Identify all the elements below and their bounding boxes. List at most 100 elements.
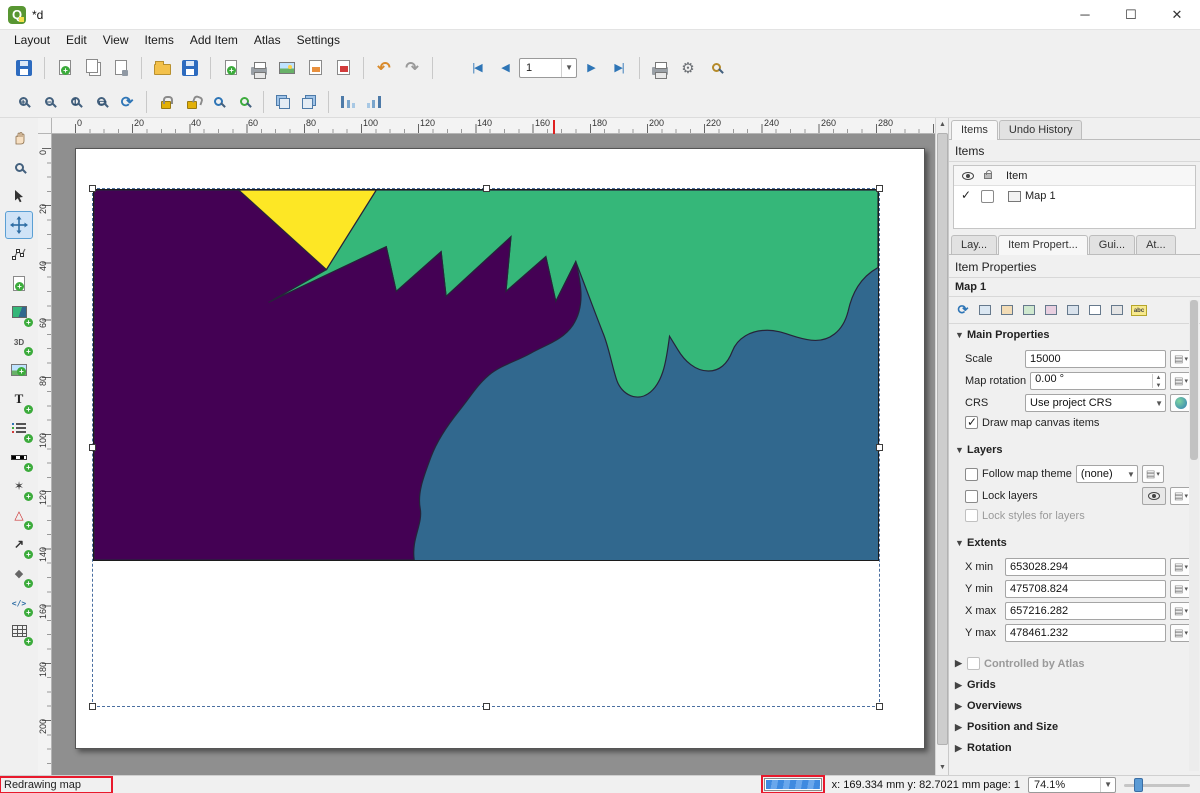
menu-settings[interactable]: Settings: [289, 32, 348, 48]
section-controlled-by-atlas[interactable]: ▶ Controlled by Atlas: [949, 652, 1200, 674]
add-north-arrow-tool[interactable]: ✶: [5, 472, 33, 500]
menu-items[interactable]: Items: [137, 32, 182, 48]
lock-items-button[interactable]: [153, 89, 179, 115]
export-pdf-button[interactable]: [329, 54, 357, 82]
section-grids[interactable]: ▶ Grids: [949, 674, 1200, 695]
edit-nodes-item-tool[interactable]: [5, 240, 33, 268]
save-as-template-button[interactable]: [176, 54, 204, 82]
map-theme-select[interactable]: (none) ▼: [1076, 465, 1138, 483]
tab-guides[interactable]: Gui...: [1089, 235, 1135, 254]
zoom-level-combo[interactable]: 74.1% ▼: [1028, 777, 1116, 793]
add-page-tool[interactable]: [5, 269, 33, 297]
scale-input[interactable]: [1025, 350, 1166, 368]
move-item-content-tool[interactable]: [5, 211, 33, 239]
unlock-items-button[interactable]: [179, 89, 205, 115]
scrollbar-thumb[interactable]: [937, 133, 948, 745]
close-button[interactable]: ✕: [1154, 0, 1200, 29]
tab-item-properties[interactable]: Item Propert...: [998, 235, 1088, 255]
layout-manager-button[interactable]: [107, 54, 135, 82]
lock-styles-checkbox[interactable]: [965, 509, 978, 522]
add-attribute-table-tool[interactable]: [5, 617, 33, 645]
slider-handle[interactable]: [1134, 778, 1143, 792]
resize-handle-n[interactable]: [483, 185, 490, 192]
atlas-first-button[interactable]: |◀: [463, 54, 491, 82]
add-pages-button[interactable]: [217, 54, 245, 82]
add-arrow-tool[interactable]: ↗: [5, 530, 33, 558]
follow-map-theme-checkbox[interactable]: [965, 468, 978, 481]
undo-button[interactable]: ↶: [370, 54, 398, 82]
refresh-view-button[interactable]: ⟳: [114, 89, 140, 115]
spin-up-icon[interactable]: ▲: [1153, 374, 1164, 382]
menu-layout[interactable]: Layout: [6, 32, 58, 48]
zoom-tool[interactable]: [5, 153, 33, 181]
add-scale-bar-tool[interactable]: [5, 443, 33, 471]
section-position-and-size[interactable]: ▶ Position and Size: [949, 716, 1200, 737]
resize-handle-s[interactable]: [483, 703, 490, 710]
distribute-items-button[interactable]: [361, 89, 387, 115]
export-svg-button[interactable]: [301, 54, 329, 82]
visibility-preset-button[interactable]: [1142, 487, 1166, 505]
resize-handle-ne[interactable]: [876, 185, 883, 192]
preview-atlas-button[interactable]: [702, 54, 730, 82]
draw-map-canvas-items-checkbox[interactable]: [965, 416, 978, 429]
tab-items[interactable]: Items: [951, 120, 998, 140]
align-items-button[interactable]: [335, 89, 361, 115]
canvas-vertical-scrollbar[interactable]: ▲ ▼: [935, 118, 948, 775]
xmin-input[interactable]: [1005, 558, 1166, 576]
resize-handle-nw[interactable]: [89, 185, 96, 192]
crs-select[interactable]: Use project CRS ▼: [1025, 394, 1166, 412]
tab-undo-history[interactable]: Undo History: [999, 120, 1083, 139]
resize-handle-se[interactable]: [876, 703, 883, 710]
zoom-to-layer-button[interactable]: [231, 89, 257, 115]
chevron-down-icon[interactable]: ▼: [1100, 778, 1115, 792]
section-main-properties[interactable]: ▼ Main Properties: [949, 324, 1200, 345]
zoom-slider[interactable]: [1124, 777, 1190, 793]
labeling-settings-button[interactable]: [1085, 300, 1105, 320]
raise-items-button[interactable]: [270, 89, 296, 115]
add-shape-tool[interactable]: △: [5, 501, 33, 529]
tab-layout-props[interactable]: Lay...: [951, 235, 997, 254]
add-legend-tool[interactable]: [5, 414, 33, 442]
ymin-input[interactable]: [1005, 580, 1166, 598]
add-label-tool[interactable]: T: [5, 385, 33, 413]
section-rotation[interactable]: ▶ Rotation: [949, 737, 1200, 758]
panel-scrollbar[interactable]: [1189, 300, 1199, 771]
group-items-button[interactable]: [296, 89, 322, 115]
minimize-button[interactable]: ─: [1062, 0, 1108, 29]
view-extent-in-canvas-button[interactable]: [997, 300, 1017, 320]
items-tree-row-map1[interactable]: Map 1: [954, 186, 1195, 206]
map-rotation-spinner[interactable]: 0.00 ° ▲▼: [1030, 372, 1166, 390]
map-item[interactable]: [93, 189, 879, 706]
atlas-previous-button[interactable]: ◀: [491, 54, 519, 82]
pan-layout-tool[interactable]: [5, 124, 33, 152]
zoom-full-button[interactable]: ▭: [88, 89, 114, 115]
print-button[interactable]: [245, 54, 273, 82]
duplicate-layout-button[interactable]: [79, 54, 107, 82]
spin-down-icon[interactable]: ▼: [1153, 382, 1164, 390]
chevron-down-icon[interactable]: ▼: [561, 59, 576, 77]
section-extents[interactable]: ▼ Extents: [949, 532, 1200, 553]
export-image-button[interactable]: [273, 54, 301, 82]
redo-button[interactable]: ↷: [398, 54, 426, 82]
print-atlas-button[interactable]: [646, 54, 674, 82]
resize-handle-w[interactable]: [89, 444, 96, 451]
xmax-input[interactable]: [1005, 602, 1166, 620]
maximize-button[interactable]: ☐: [1108, 0, 1154, 29]
resize-handle-sw[interactable]: [89, 703, 96, 710]
layout-canvas[interactable]: [52, 134, 935, 775]
zoom-actual-button[interactable]: 1: [62, 89, 88, 115]
zoom-in-button[interactable]: +: [10, 89, 36, 115]
atlas-last-button[interactable]: ▶|: [605, 54, 633, 82]
zoom-out-button[interactable]: −: [36, 89, 62, 115]
section-overviews[interactable]: ▶ Overviews: [949, 695, 1200, 716]
lock-layers-checkbox[interactable]: [965, 490, 978, 503]
scrollbar-thumb[interactable]: [1190, 300, 1198, 460]
section-layers[interactable]: ▼ Layers: [949, 439, 1200, 460]
add-picture-tool[interactable]: [5, 356, 33, 384]
set-scale-button[interactable]: [1019, 300, 1039, 320]
update-map-preview-button[interactable]: ⟳: [953, 300, 973, 320]
add-map-tool[interactable]: [5, 298, 33, 326]
move-content-button[interactable]: [1063, 300, 1083, 320]
menu-atlas[interactable]: Atlas: [246, 32, 289, 48]
interactive-edit-extent-button[interactable]: [1041, 300, 1061, 320]
